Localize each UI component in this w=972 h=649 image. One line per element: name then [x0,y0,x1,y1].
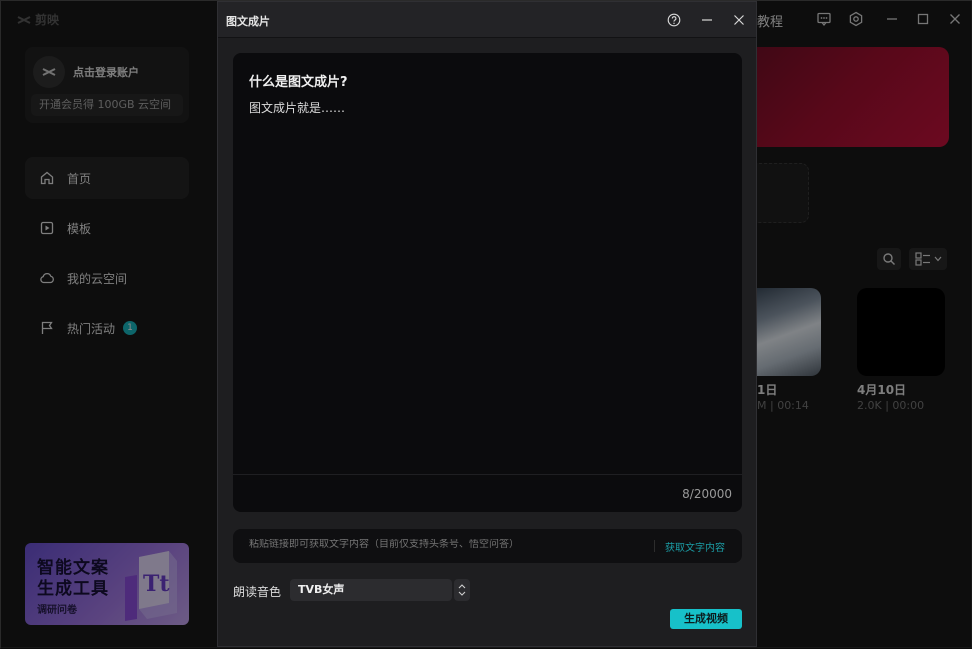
dialog-minimize-icon[interactable] [699,12,715,28]
editor-heading[interactable]: 什么是图文成片? [249,71,348,90]
generate-video-button[interactable]: 生成视频 [670,609,742,629]
editor-body-text[interactable]: 图文成片就是…… [249,99,345,116]
link-bar-divider [654,540,655,552]
chevron-up-icon[interactable] [458,584,466,589]
voice-label: 朗读音色 [233,585,282,599]
voice-select[interactable]: TVB女声 [290,579,452,601]
dialog-title: 图文成片 [226,15,270,28]
help-icon[interactable] [666,12,682,28]
image-text-to-video-dialog: 图文成片 什么是图文成片? 图文成片就是…… 8/20000 获取文字内容 朗读… [217,1,757,647]
link-input[interactable] [249,539,649,550]
chevron-down-icon[interactable] [458,591,466,596]
dialog-close-icon[interactable] [731,12,747,28]
link-import-bar: 获取文字内容 [233,529,742,563]
editor-divider [233,474,742,475]
dialog-header: 图文成片 [218,2,756,38]
app-window: 剪映 教程 点击登录账户 开通会员得 100GB 云空间 首页 模板 我的云空间… [0,0,972,649]
character-count: 8/20000 [682,487,732,501]
voice-stepper[interactable] [454,579,470,601]
fetch-text-button[interactable]: 获取文字内容 [665,539,725,554]
text-editor[interactable]: 什么是图文成片? 图文成片就是…… 8/20000 [233,53,742,512]
